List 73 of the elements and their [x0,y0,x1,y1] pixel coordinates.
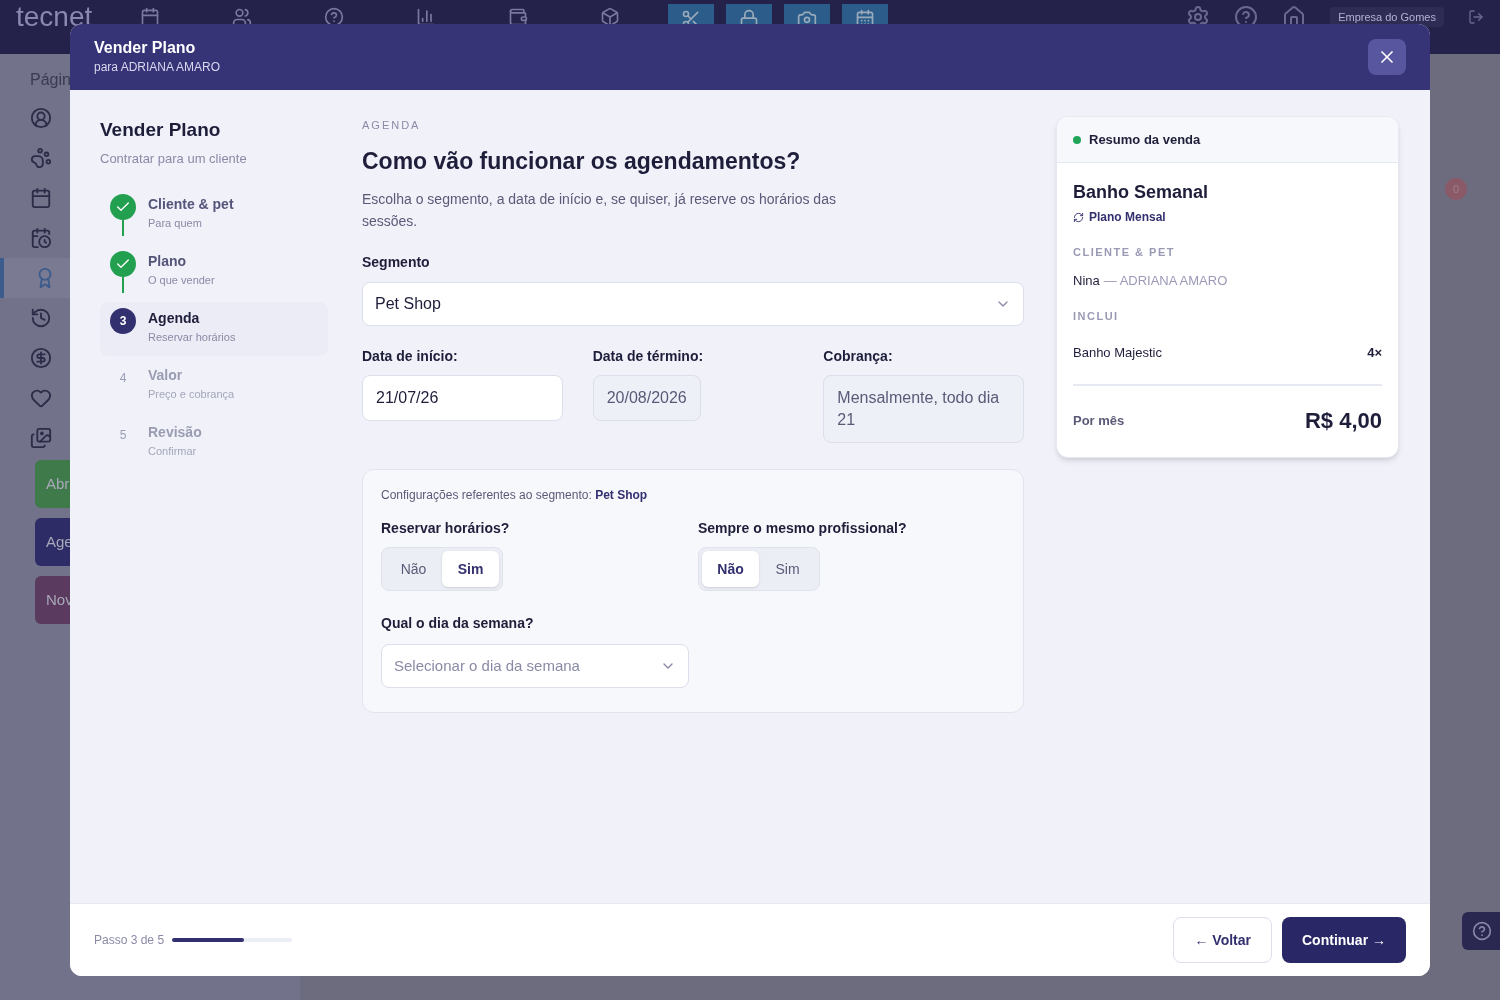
nav-icon[interactable] [232,7,253,27]
pet-name: Nina [1073,271,1100,290]
toggle-label: Qual o dia da semana? [381,614,535,633]
summary-heading: Resumo da venda [1089,130,1201,149]
refresh-icon [1073,211,1084,223]
step-number: 5 [118,427,128,444]
step-hint: Reservar horários [148,330,236,345]
toggle-option[interactable]: Não [385,551,442,587]
wizard-step[interactable]: Plano O que vender [100,245,328,299]
client-name: — ADRIANA AMARO [1103,271,1228,290]
field-label: Data de término: [592,347,705,366]
step-hint: O que vender [148,273,215,288]
sidebar-heading: Págin [30,70,71,90]
step-number: 3 [110,308,136,334]
nav-icon[interactable] [508,7,529,27]
total-price: R$ 4,00 [1304,407,1382,435]
nav-icon[interactable] [600,7,621,27]
dollar-icon [30,347,52,369]
step-hint: Para quem [148,216,203,231]
toggle-label: Reservar horários? [381,519,511,538]
step-label: Agenda [148,309,201,328]
step-label: Valor [148,366,184,385]
toggle-option[interactable]: Sim [442,551,499,587]
plan-type: Plano Mensal [1089,209,1166,226]
toggle-option[interactable]: Sim [759,551,816,587]
field-label: Cobrança: [823,347,894,366]
settings-intro: Configurações referentes ao segmento: Pet Shop [381,487,649,504]
field-label: Segmento [362,253,431,272]
wizard-step[interactable]: 3 Agenda Reservar horários [100,302,328,356]
check-icon [110,194,136,220]
field-label: Data de início: [362,347,459,366]
step-number: 4 [118,370,128,387]
total-label: Por mês [1073,411,1125,430]
section-eyebrow: AGENDA [362,118,422,133]
calendar-clock-icon [30,227,52,249]
modal-subtitle: para ADRIANA AMARO [94,59,221,76]
wizard-title: Vender Plano [100,118,222,142]
heart-icon [30,387,52,409]
summary-section-heading: CLIENTE & PET [1073,245,1176,260]
weekday-select[interactable]: Selecionar o dia da semana [381,644,689,688]
back-button[interactable]: ← Voltar [1173,917,1272,963]
step-label: Cliente & pet [148,195,234,214]
step-hint: Preço e cobrança [148,387,235,402]
close-button[interactable] [1368,39,1406,75]
summary-section-heading: INCLUI [1073,309,1120,324]
app-logo: tecnet [16,0,93,34]
help-button[interactable] [1462,912,1500,950]
toggle-option[interactable]: Não [702,551,759,587]
images-icon [30,427,52,449]
step-label: Revisão [148,423,202,442]
wizard-subtitle: Contratar para um cliente [100,149,248,168]
modal-title: Vender Plano [94,38,197,58]
nav-icon[interactable] [324,7,345,27]
step-hint: Confirmar [148,444,198,459]
toggle-label: Sempre o mesmo profissional? [698,519,908,538]
plan-name: Banho Semanal [1073,181,1210,204]
section-description: Escolha o segmento, a data de início e, se quiser, já reserve os horários das sessões. [362,190,837,231]
continue-button[interactable]: Continuar → [1282,917,1406,963]
help-icon [1472,921,1492,941]
step-label: Plano [148,252,188,271]
section-title: Como vão funcionar os agendamentos? [362,146,802,176]
service-quantity: 4× [1367,343,1382,362]
segment-select[interactable]: Pet Shop [362,282,1024,326]
date-field[interactable]: 21/07/26 [362,375,563,421]
user-circle-icon [30,107,52,129]
check-icon [110,251,136,277]
paw-icon [30,147,52,169]
included-service: Banho Majestic [1073,343,1162,362]
step-counter: Passo 3 de 5 [94,932,165,949]
logout-icon[interactable] [1468,9,1484,25]
history-icon [30,307,52,329]
wizard-step[interactable]: Cliente & pet Para quem [100,188,328,242]
calendar-icon [30,187,52,209]
